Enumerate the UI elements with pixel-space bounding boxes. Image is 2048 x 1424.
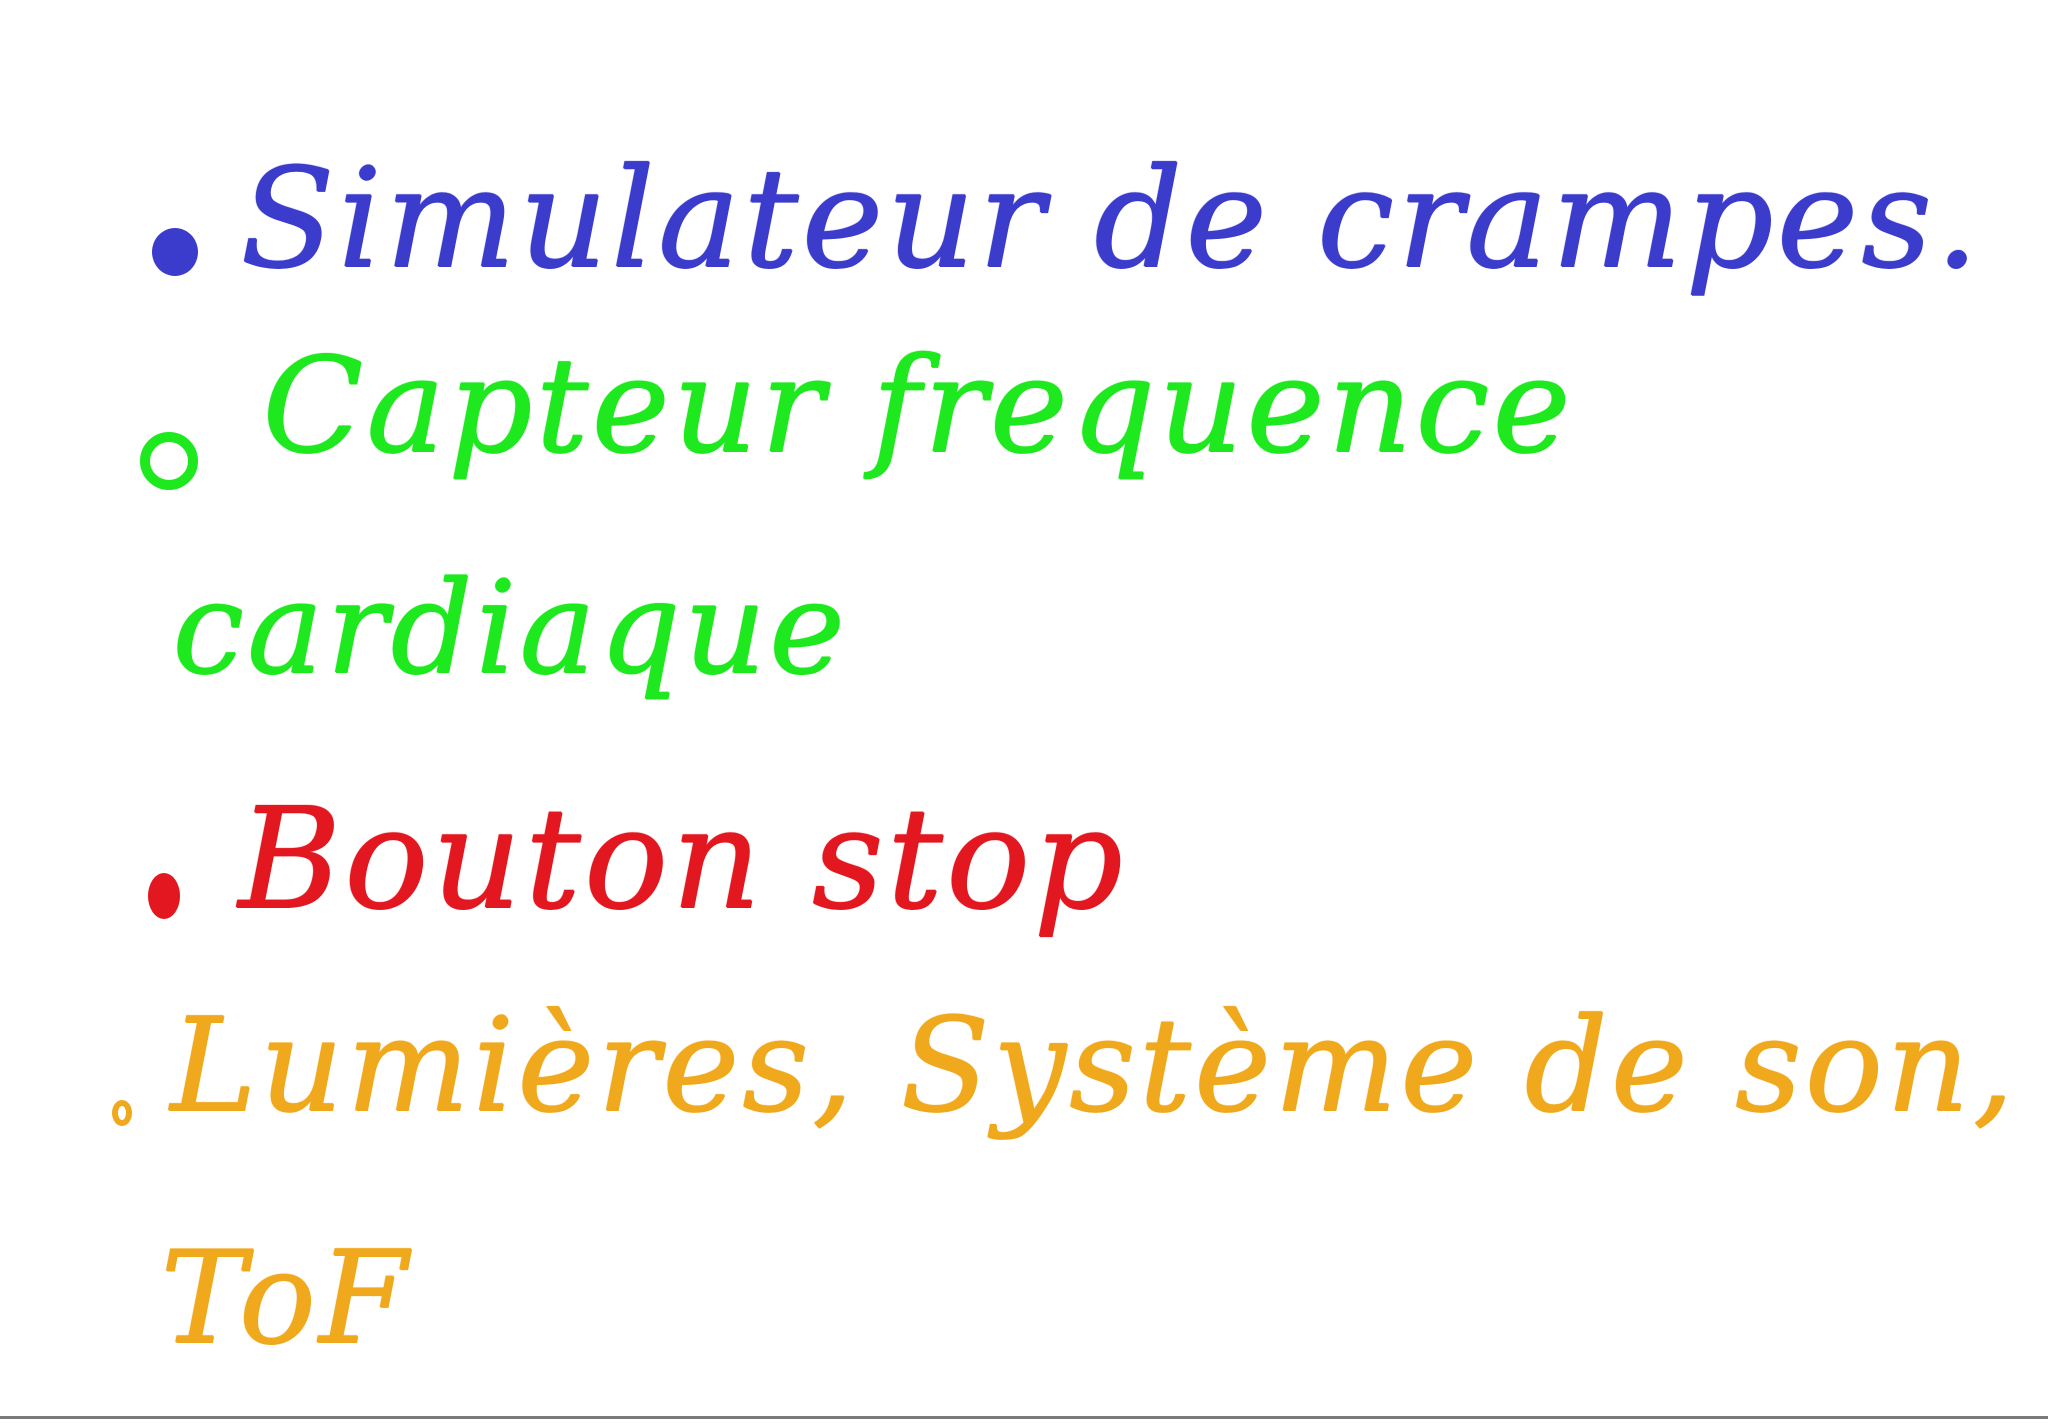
bullet-dot-red — [148, 873, 180, 919]
note-line-heart-rate-sensor: Capteur frequence — [262, 329, 1574, 483]
note-line-heart-rate-sensor-continued: cardiaque — [172, 554, 848, 703]
note-line-stop-button: Bouton stop — [238, 778, 1126, 941]
note-line-lights-sound: Lumières, Système de son, — [170, 989, 2017, 1141]
note-line-lights-sound-continued: ToF — [160, 1224, 411, 1373]
bullet-dot-green — [140, 432, 198, 490]
bullet-dot-orange — [112, 1100, 132, 1126]
drawing-canvas[interactable]: Simulateur de crampes. Capteur frequence… — [0, 0, 2048, 1424]
canvas-bottom-border — [0, 1416, 2048, 1419]
bullet-dot-blue — [152, 228, 198, 276]
note-line-cramp-simulator: Simulateur de crampes. — [240, 138, 1982, 299]
